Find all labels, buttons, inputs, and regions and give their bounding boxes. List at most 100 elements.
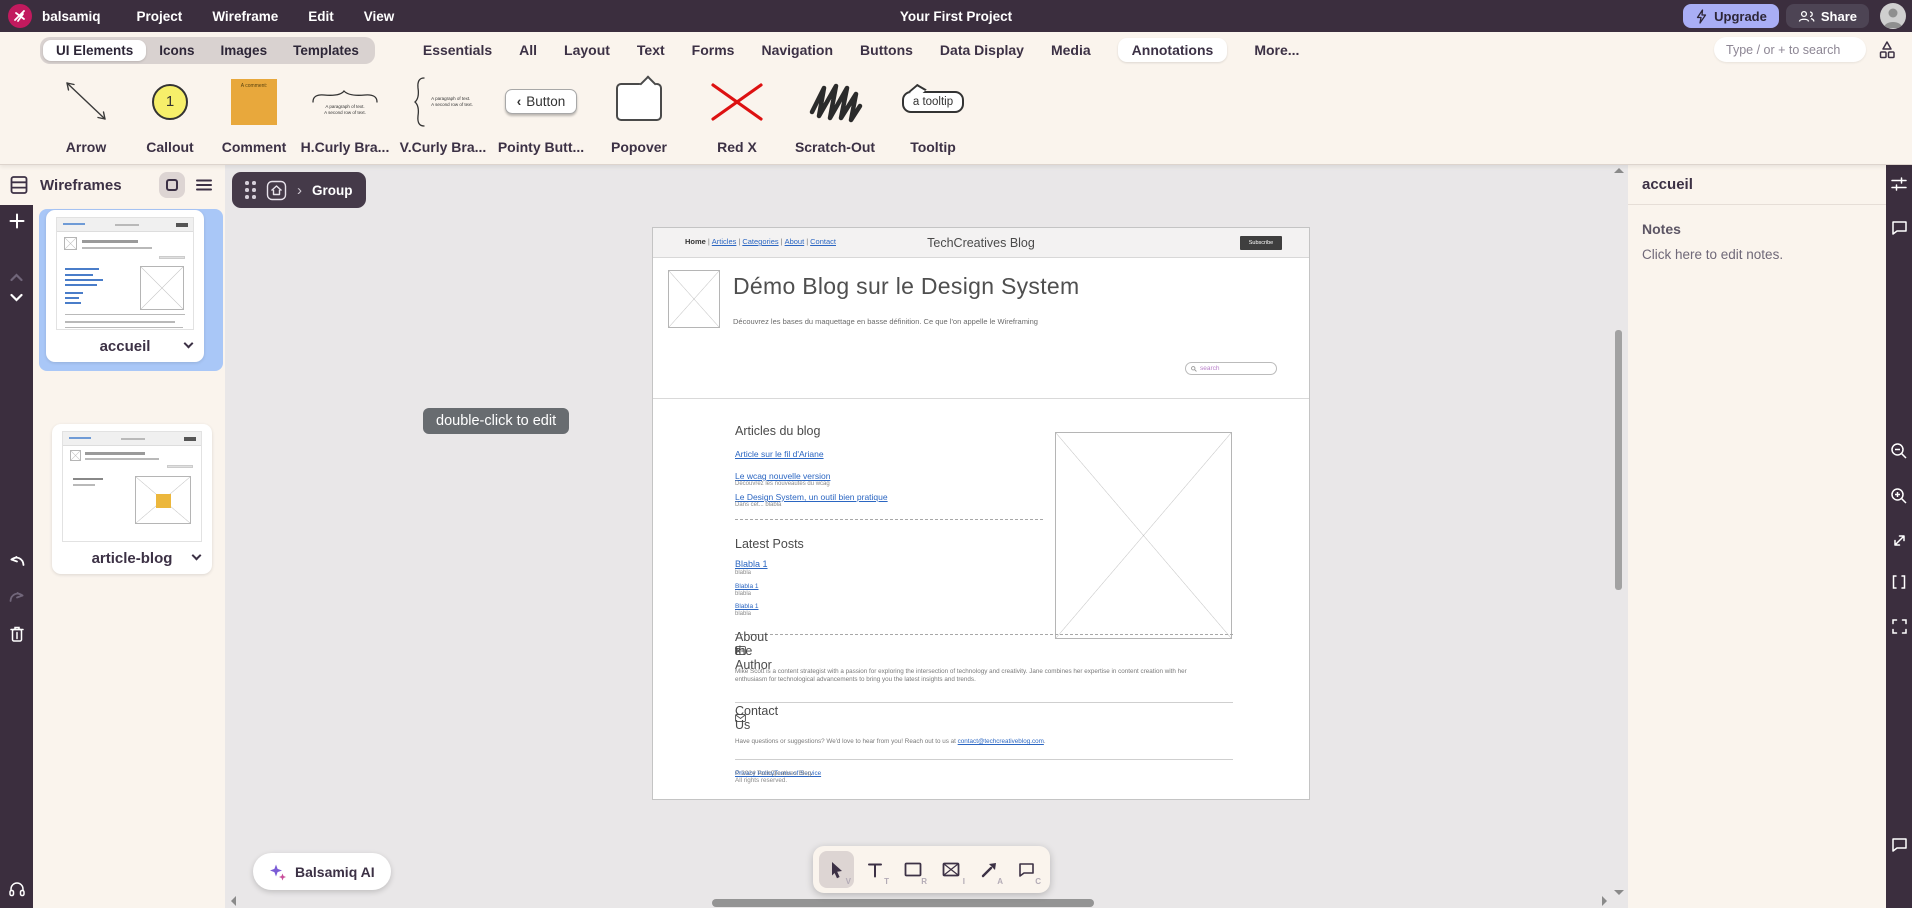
notes-edit-area[interactable]: Click here to edit notes. bbox=[1642, 247, 1872, 262]
menu-view[interactable]: View bbox=[364, 9, 395, 24]
comment-tool[interactable]: C bbox=[1009, 851, 1044, 888]
category-text[interactable]: Text bbox=[637, 42, 665, 58]
brackets-icon[interactable] bbox=[1886, 574, 1912, 590]
library-search-input[interactable] bbox=[1714, 37, 1866, 62]
wf-site-title[interactable]: TechCreatives Blog bbox=[653, 236, 1309, 250]
scroll-down-arrow[interactable] bbox=[1614, 890, 1624, 895]
redo-button[interactable] bbox=[0, 589, 33, 604]
wf-latest-desc[interactable]: blabla bbox=[735, 611, 751, 617]
editor-canvas[interactable]: › Group double-click to edit Home|Articl… bbox=[225, 165, 1624, 908]
wf-logo-placeholder[interactable] bbox=[668, 270, 720, 328]
category-buttons[interactable]: Buttons bbox=[860, 42, 913, 58]
menu-balsamiq[interactable]: balsamiq bbox=[42, 9, 101, 24]
wf-contact-heading[interactable]: Contact Us bbox=[735, 714, 746, 722]
wf-latest-desc[interactable]: blabla bbox=[735, 591, 751, 597]
text-tool[interactable]: T bbox=[857, 851, 892, 888]
drag-handle-icon[interactable] bbox=[245, 181, 256, 199]
wf-subscribe-button[interactable]: Subscribe bbox=[1240, 236, 1282, 250]
category-annotations[interactable]: Annotations bbox=[1118, 38, 1228, 62]
menu-wireframe[interactable]: Wireframe bbox=[212, 9, 278, 24]
category-more[interactable]: More... bbox=[1254, 42, 1299, 58]
inspector-toggle-icon[interactable] bbox=[1886, 175, 1912, 193]
fullscreen-icon[interactable] bbox=[1886, 532, 1912, 549]
palette-item-callout[interactable]: 1 Callout bbox=[128, 68, 212, 164]
rectangle-tool[interactable]: R bbox=[895, 851, 930, 888]
wf-latest-link[interactable]: Blabla 1 bbox=[735, 603, 759, 610]
undo-button[interactable] bbox=[0, 553, 33, 568]
add-wireframe-button[interactable] bbox=[0, 213, 33, 229]
segment-icons[interactable]: Icons bbox=[146, 40, 207, 61]
palette-item-comment[interactable]: A comment: Comment bbox=[212, 68, 296, 164]
wf-email-link[interactable]: contact@techcreativeblog.com bbox=[958, 738, 1044, 745]
zoom-in-icon[interactable] bbox=[1886, 487, 1912, 505]
wf-article-link[interactable]: Le wcag nouvelle version bbox=[735, 471, 830, 481]
vertical-scrollbar[interactable] bbox=[1615, 330, 1622, 590]
balsamiq-logo-icon[interactable] bbox=[8, 4, 32, 28]
wf-latest-desc[interactable]: blabla bbox=[735, 570, 751, 576]
menu-project[interactable]: Project bbox=[137, 9, 183, 24]
scroll-left-arrow[interactable] bbox=[231, 896, 236, 906]
scroll-right-arrow[interactable] bbox=[1602, 896, 1607, 906]
thumbnail-menu-chevron-icon[interactable] bbox=[184, 339, 194, 349]
category-all[interactable]: All bbox=[519, 42, 537, 58]
move-down-icon[interactable] bbox=[0, 293, 33, 302]
balsamiq-ai-button[interactable]: Balsamiq AI bbox=[253, 853, 391, 890]
wf-article-desc[interactable]: Dans cet... blabla bbox=[735, 502, 781, 508]
category-forms[interactable]: Forms bbox=[692, 42, 735, 58]
segment-images[interactable]: Images bbox=[208, 40, 281, 61]
wf-latest-link[interactable]: Blabla 1 bbox=[735, 583, 759, 590]
home-icon[interactable] bbox=[266, 180, 287, 201]
wf-about-body[interactable]: Mike Scott is a content strategist with … bbox=[735, 668, 1213, 684]
wf-hero-title[interactable]: Démo Blog sur le Design System bbox=[733, 273, 1079, 300]
category-navigation[interactable]: Navigation bbox=[761, 42, 833, 58]
palette-item-red-x[interactable]: Red X bbox=[688, 68, 786, 164]
palette-item-arrow[interactable]: Arrow bbox=[44, 68, 128, 164]
wf-about-heading[interactable]: About the Author bbox=[735, 646, 746, 655]
wf-article-link[interactable]: Article sur le fil d'Ariane bbox=[735, 449, 824, 459]
wf-latest-heading[interactable]: Latest Posts bbox=[735, 537, 804, 551]
wf-search-field[interactable]: search bbox=[1185, 362, 1277, 375]
menu-edit[interactable]: Edit bbox=[308, 9, 334, 24]
wf-image-placeholder[interactable] bbox=[1055, 432, 1232, 639]
wf-footer[interactable]: © 2024 TechCreatives Blog. All rights re… bbox=[735, 770, 821, 777]
delete-wireframe-button[interactable] bbox=[0, 625, 33, 643]
palette-item-pointy-button[interactable]: ‹Button Pointy Butt... bbox=[492, 68, 590, 164]
user-avatar[interactable] bbox=[1880, 3, 1906, 29]
select-tool[interactable]: V bbox=[819, 851, 854, 888]
shapes-icon[interactable] bbox=[1876, 38, 1900, 62]
segment-templates[interactable]: Templates bbox=[280, 40, 372, 61]
headset-icon[interactable] bbox=[0, 881, 33, 898]
list-view-toggle[interactable] bbox=[191, 172, 217, 198]
segment-ui-elements[interactable]: UI Elements bbox=[43, 40, 146, 61]
wf-contact-body[interactable]: Have questions or suggestions? We'd love… bbox=[735, 738, 1213, 746]
wf-article-desc[interactable]: Découvrez les nouveautés du wcag bbox=[735, 481, 830, 487]
palette-item-popover[interactable]: Popover bbox=[590, 68, 688, 164]
category-essentials[interactable]: Essentials bbox=[423, 42, 492, 58]
wireframe-group-object[interactable]: Home|Articles|Categories|About|Contact T… bbox=[652, 227, 1310, 800]
palette-item-hcurly[interactable]: A paragraph of text.A second row of text… bbox=[296, 68, 394, 164]
palette-item-vcurly[interactable]: A paragraph of text.A second row of text… bbox=[394, 68, 492, 164]
palette-item-scratch-out[interactable]: Scratch-Out bbox=[786, 68, 884, 164]
group-breadcrumb[interactable]: › Group bbox=[232, 172, 366, 208]
category-data-display[interactable]: Data Display bbox=[940, 42, 1024, 58]
wf-articles-heading[interactable]: Articles du blog bbox=[735, 424, 820, 438]
wf-hero-subtitle[interactable]: Découvrez les bases du maquettage en bas… bbox=[733, 317, 1038, 326]
share-button[interactable]: Share bbox=[1786, 4, 1869, 28]
horizontal-scrollbar[interactable] bbox=[712, 899, 1094, 907]
wireframe-thumbnail-article-blog[interactable]: article-blog bbox=[52, 424, 212, 574]
move-up-icon[interactable] bbox=[0, 273, 33, 282]
thumbnail-menu-chevron-icon[interactable] bbox=[192, 551, 202, 561]
wf-latest-link[interactable]: Blabla 1 bbox=[735, 559, 768, 569]
category-layout[interactable]: Layout bbox=[564, 42, 610, 58]
category-media[interactable]: Media bbox=[1051, 42, 1091, 58]
thumbnail-view-toggle[interactable] bbox=[159, 172, 185, 198]
wireframe-thumbnail-accueil[interactable]: accueil bbox=[46, 210, 204, 362]
fit-view-icon[interactable] bbox=[1886, 618, 1912, 635]
comments-panel-icon[interactable] bbox=[1886, 220, 1912, 235]
wf-article-link[interactable]: Le Design System, un outil bien pratique bbox=[735, 492, 888, 502]
scroll-up-arrow[interactable] bbox=[1614, 168, 1624, 173]
arrow-tool[interactable]: A bbox=[971, 851, 1006, 888]
feedback-comment-icon[interactable] bbox=[1886, 837, 1912, 852]
upgrade-button[interactable]: Upgrade bbox=[1683, 4, 1779, 28]
zoom-out-icon[interactable] bbox=[1886, 442, 1912, 460]
